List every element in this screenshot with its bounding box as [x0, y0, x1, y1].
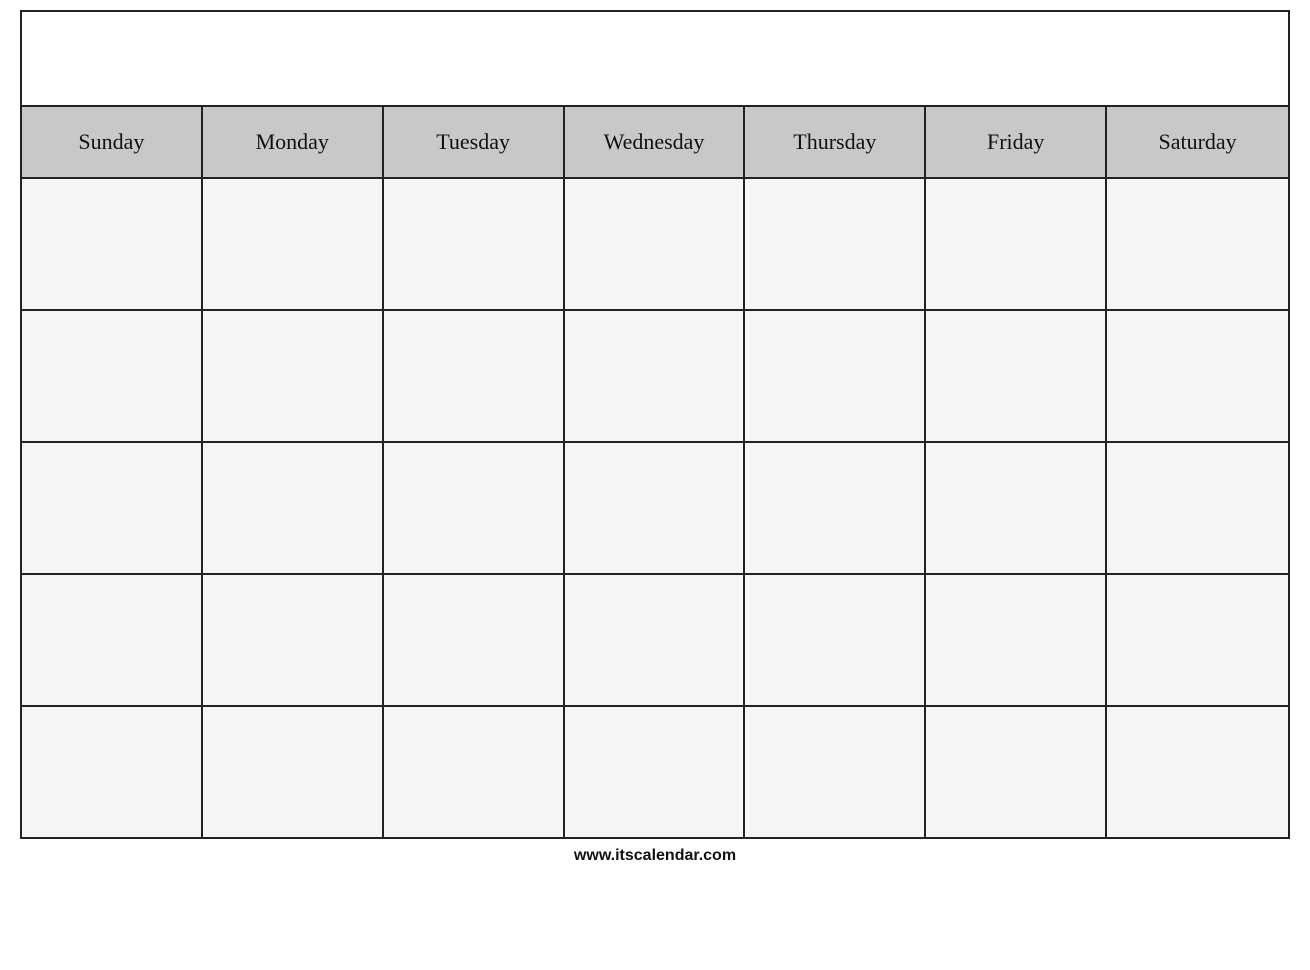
cell-r3-wed[interactable] — [565, 443, 746, 573]
footer-url: www.itscalendar.com — [574, 847, 736, 865]
cell-r4-fri[interactable] — [926, 575, 1107, 705]
cell-r3-sun[interactable] — [22, 443, 203, 573]
header-saturday: Saturday — [1107, 107, 1288, 177]
header-friday: Friday — [926, 107, 1107, 177]
cell-r4-sat[interactable] — [1107, 575, 1288, 705]
cell-r3-mon[interactable] — [203, 443, 384, 573]
header-sunday: Sunday — [22, 107, 203, 177]
cell-r1-mon[interactable] — [203, 179, 384, 309]
cell-r1-sun[interactable] — [22, 179, 203, 309]
header-thursday: Thursday — [745, 107, 926, 177]
cell-r4-mon[interactable] — [203, 575, 384, 705]
cell-r4-thu[interactable] — [745, 575, 926, 705]
cell-r5-sun[interactable] — [22, 707, 203, 837]
cell-r5-mon[interactable] — [203, 707, 384, 837]
cell-r3-thu[interactable] — [745, 443, 926, 573]
day-headers-row: Sunday Monday Tuesday Wednesday Thursday… — [22, 107, 1288, 179]
cell-r2-tue[interactable] — [384, 311, 565, 441]
cell-r1-thu[interactable] — [745, 179, 926, 309]
cell-r4-wed[interactable] — [565, 575, 746, 705]
cell-r1-wed[interactable] — [565, 179, 746, 309]
cell-r5-thu[interactable] — [745, 707, 926, 837]
cell-r3-tue[interactable] — [384, 443, 565, 573]
cell-r4-sun[interactable] — [22, 575, 203, 705]
cell-r4-tue[interactable] — [384, 575, 565, 705]
cell-r5-tue[interactable] — [384, 707, 565, 837]
header-wednesday: Wednesday — [565, 107, 746, 177]
calendar-container: Sunday Monday Tuesday Wednesday Thursday… — [20, 10, 1290, 839]
cell-r2-thu[interactable] — [745, 311, 926, 441]
calendar-body — [22, 179, 1288, 837]
cell-r5-fri[interactable] — [926, 707, 1107, 837]
calendar-row-1 — [22, 179, 1288, 311]
cell-r2-fri[interactable] — [926, 311, 1107, 441]
cell-r3-sat[interactable] — [1107, 443, 1288, 573]
cell-r1-fri[interactable] — [926, 179, 1107, 309]
cell-r2-sat[interactable] — [1107, 311, 1288, 441]
cell-r3-fri[interactable] — [926, 443, 1107, 573]
cell-r1-sat[interactable] — [1107, 179, 1288, 309]
cell-r2-wed[interactable] — [565, 311, 746, 441]
calendar-title-area — [22, 12, 1288, 107]
cell-r5-wed[interactable] — [565, 707, 746, 837]
header-monday: Monday — [203, 107, 384, 177]
calendar-row-4 — [22, 575, 1288, 707]
header-tuesday: Tuesday — [384, 107, 565, 177]
calendar-row-3 — [22, 443, 1288, 575]
cell-r2-mon[interactable] — [203, 311, 384, 441]
cell-r2-sun[interactable] — [22, 311, 203, 441]
calendar-row-2 — [22, 311, 1288, 443]
cell-r1-tue[interactable] — [384, 179, 565, 309]
calendar-row-5 — [22, 707, 1288, 837]
calendar-grid: Sunday Monday Tuesday Wednesday Thursday… — [22, 107, 1288, 837]
cell-r5-sat[interactable] — [1107, 707, 1288, 837]
